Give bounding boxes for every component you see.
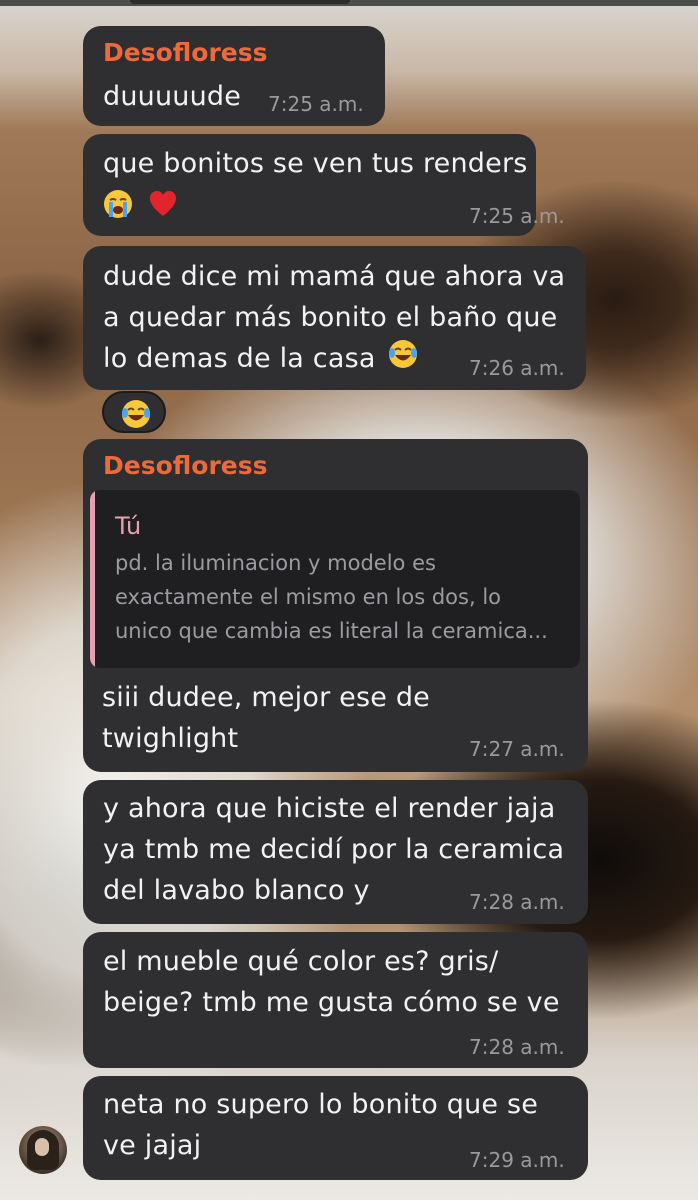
- loudly-crying-face-icon: [104, 190, 132, 218]
- reaction-badge[interactable]: [102, 391, 166, 433]
- reply-author: Tú: [115, 512, 142, 540]
- message-text: que bonitos se ven tus renders: [103, 148, 528, 179]
- sender-name[interactable]: Desofloress: [103, 38, 268, 67]
- red-heart-icon: [150, 191, 177, 216]
- message-time: 7:26 a.m.: [469, 356, 565, 380]
- message-bubble[interactable]: el mueble qué color es? gris/ beige? tmb…: [83, 932, 588, 1068]
- reply-text: pd. la iluminacion y modelo es exactamen…: [115, 551, 548, 643]
- message-bubble[interactable]: Desofloress duuuuude 7:25 a.m.: [83, 26, 385, 126]
- message-text: siii dudee, mejor ese de twighlight: [102, 682, 430, 754]
- message-time: 7:25 a.m.: [268, 92, 364, 116]
- message-emojis: [103, 189, 178, 219]
- message-bubble[interactable]: dude dice mi mamá que ahora va a quedar …: [83, 246, 586, 390]
- reply-accent-bar: [90, 490, 95, 668]
- message-bubble[interactable]: y ahora que hiciste el render jaja ya tm…: [83, 780, 588, 924]
- message-bubble[interactable]: que bonitos se ven tus renders 7:25 a.m.: [83, 134, 565, 236]
- message-time: 7:28 a.m.: [469, 1035, 565, 1059]
- message-time: 7:29 a.m.: [469, 1148, 565, 1172]
- sender-name[interactable]: Desofloress: [103, 451, 268, 480]
- message-time: 7:25 a.m.: [469, 204, 565, 228]
- message-time: 7:28 a.m.: [469, 890, 565, 914]
- message-text: duuuuude: [103, 81, 242, 112]
- message-text: el mueble qué color es? gris/ beige? tmb…: [103, 946, 560, 1018]
- top-edge-bar: [0, 0, 698, 6]
- reply-quote[interactable]: Tú pd. la iluminacion y modelo es exacta…: [90, 490, 580, 668]
- face-with-tears-of-joy-icon: [122, 400, 150, 428]
- message-time: 7:27 a.m.: [469, 737, 565, 761]
- avatar[interactable]: [19, 1126, 67, 1174]
- message-bubble[interactable]: neta no supero lo bonito que se ve jajaj…: [83, 1076, 588, 1180]
- face-with-tears-of-joy-icon: [389, 340, 417, 368]
